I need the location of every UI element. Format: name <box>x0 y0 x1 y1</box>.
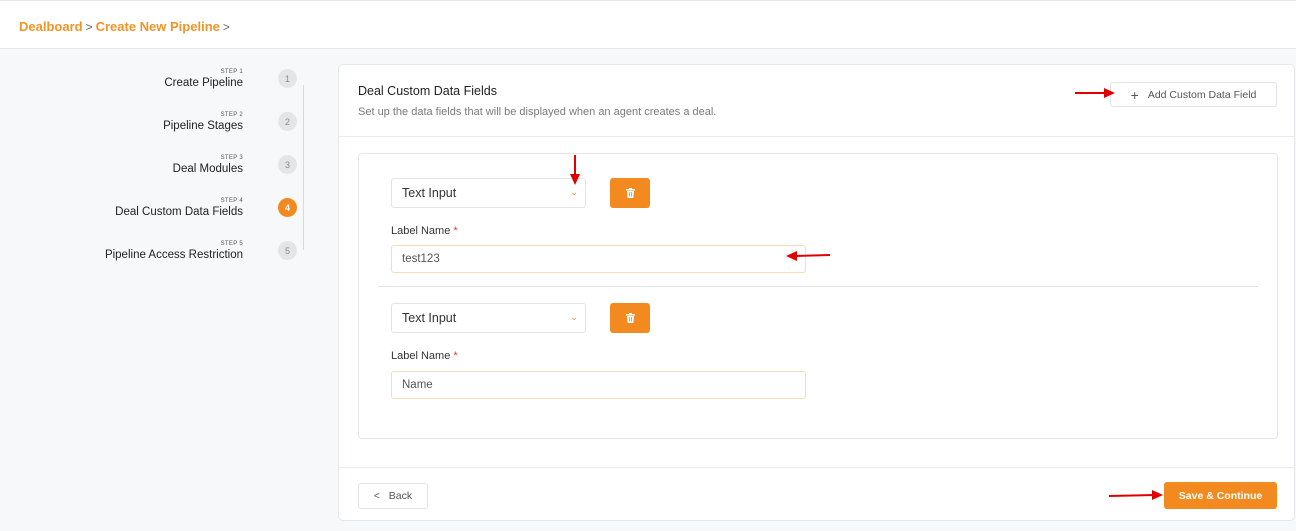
annotation-arrow-icon <box>786 251 831 261</box>
add-custom-data-field-button[interactable]: + Add Custom Data Field <box>1110 82 1277 107</box>
step-title: Deal Custom Data Fields <box>115 206 243 218</box>
card-header: Deal Custom Data Fields Set up the data … <box>339 65 1294 137</box>
step-circle: 4 <box>278 198 297 217</box>
step-pipeline-access-restriction[interactable]: STEP 5 Pipeline Access Restriction 5 <box>4 237 314 277</box>
annotation-arrow-icon <box>570 155 580 185</box>
breadcrumb: Dealboard > Create New Pipeline > <box>19 19 233 34</box>
step-number-label: STEP 1 <box>220 69 243 75</box>
label-name-label: Label Name * <box>391 225 458 237</box>
step-circle: 2 <box>278 112 297 131</box>
breadcrumb-separator: > <box>222 19 230 34</box>
save-and-continue-button[interactable]: Save & Continue <box>1164 482 1277 509</box>
field-type-value: Text Input <box>402 311 457 325</box>
breadcrumb-separator: > <box>85 19 93 34</box>
chevron-down-icon: ⌄ <box>570 187 578 197</box>
field-type-value: Text Input <box>402 186 457 200</box>
card-title: Deal Custom Data Fields <box>358 84 497 98</box>
top-bar: Dealboard > Create New Pipeline > <box>0 0 1296 49</box>
step-pipeline-stages[interactable]: STEP 2 Pipeline Stages 2 <box>4 108 314 148</box>
step-number-label: STEP 5 <box>220 241 243 247</box>
label-name-input[interactable]: test123 <box>391 245 806 273</box>
input-value: test123 <box>402 253 440 265</box>
field-type-select[interactable]: Text Input ⌄ <box>391 303 586 333</box>
delete-field-button[interactable] <box>610 178 650 208</box>
required-mark: * <box>453 225 458 237</box>
annotation-arrow-icon <box>1075 88 1115 98</box>
label-name-input[interactable]: Name <box>391 371 806 399</box>
back-label: Back <box>388 490 413 502</box>
step-title: Pipeline Access Restriction <box>104 249 243 261</box>
breadcrumb-dealboard[interactable]: Dealboard <box>19 19 83 34</box>
plus-icon: + <box>1130 86 1139 103</box>
step-create-pipeline[interactable]: STEP 1 Create Pipeline 1 <box>4 65 314 105</box>
field-divider <box>378 286 1258 287</box>
step-number-label: STEP 4 <box>220 198 243 204</box>
input-value: Name <box>402 379 433 391</box>
step-title: Deal Modules <box>172 163 243 175</box>
back-button[interactable]: < Back <box>358 483 428 509</box>
chevron-down-icon: ⌄ <box>570 312 578 322</box>
step-title: Pipeline Stages <box>163 120 243 132</box>
annotation-arrow-icon <box>1108 490 1163 500</box>
chevron-left-icon: < <box>373 490 380 502</box>
required-mark: * <box>453 350 458 362</box>
custom-fields-card: Deal Custom Data Fields Set up the data … <box>338 64 1295 521</box>
label-text: Label Name <box>391 350 451 362</box>
step-title: Create Pipeline <box>164 77 243 89</box>
field-type-select[interactable]: Text Input ⌄ <box>391 178 586 208</box>
card-subtitle: Set up the data fields that will be disp… <box>358 106 717 118</box>
label-name-label: Label Name * <box>391 350 458 362</box>
add-button-label: Add Custom Data Field <box>1147 88 1257 101</box>
step-circle: 5 <box>278 241 297 260</box>
trash-icon <box>625 313 635 323</box>
step-number-label: STEP 3 <box>220 155 243 161</box>
delete-field-button[interactable] <box>610 303 650 333</box>
fields-container: Text Input ⌄ Label Name * test123 Text I… <box>358 153 1278 439</box>
step-circle: 1 <box>278 69 297 88</box>
step-number-label: STEP 2 <box>220 112 243 118</box>
label-text: Label Name <box>391 225 451 237</box>
card-footer-divider <box>339 467 1294 468</box>
trash-icon <box>625 188 635 198</box>
step-circle: 3 <box>278 155 297 174</box>
breadcrumb-create-new-pipeline[interactable]: Create New Pipeline <box>96 19 220 34</box>
step-deal-custom-data-fields[interactable]: STEP 4 Deal Custom Data Fields 4 <box>4 194 314 234</box>
step-deal-modules[interactable]: STEP 3 Deal Modules 3 <box>4 151 314 191</box>
